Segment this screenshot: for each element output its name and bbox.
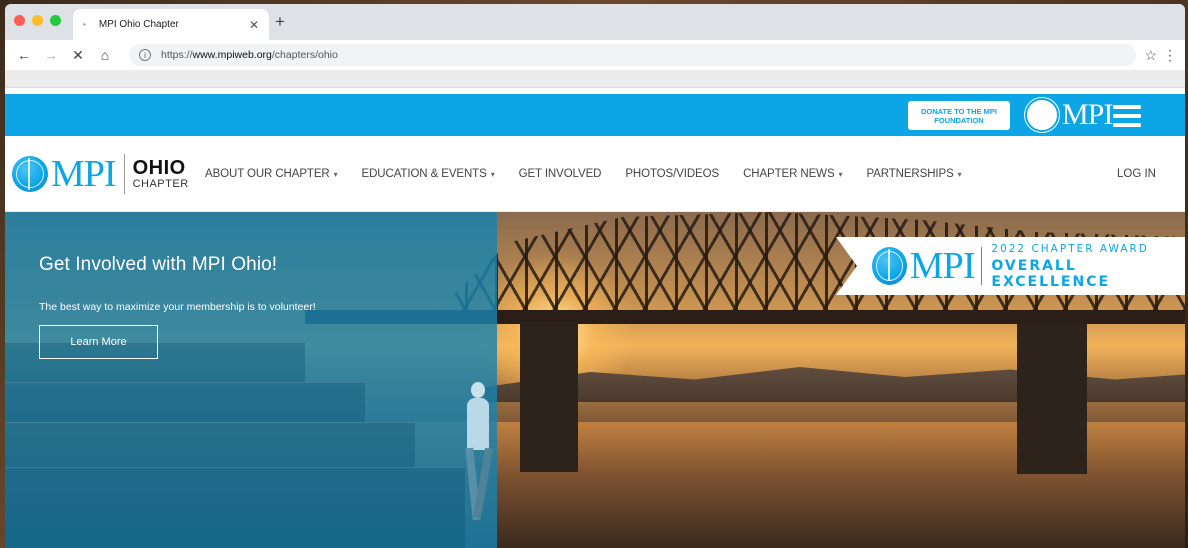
- browser-window: • MPI Ohio Chapter ✕ + ← → ✕ ⌂ i https:/…: [5, 4, 1185, 548]
- ohio-chapter-label: OHIO CHAPTER: [133, 158, 189, 190]
- window-controls: [14, 15, 61, 26]
- globe-icon: [1025, 98, 1059, 132]
- minimize-window-button[interactable]: [32, 15, 43, 26]
- caret-down-icon: ▾: [490, 170, 495, 179]
- menu-item-partnerships[interactable]: PARTNERSHIPS ▾: [866, 168, 961, 180]
- url-path: /chapters/ohio: [271, 49, 338, 61]
- menu-item-news[interactable]: CHAPTER NEWS ▾: [743, 168, 842, 180]
- browser-tab[interactable]: • MPI Ohio Chapter ✕: [73, 9, 269, 40]
- main-menu: ABOUT OUR CHAPTER ▾ EDUCATION & EVENTS ▾ G…: [205, 136, 986, 212]
- bridge-pier: [1017, 324, 1087, 474]
- browser-toolbar: ← → ✕ ⌂ i https://www.mpiweb.org/chapter…: [5, 40, 1185, 70]
- close-tab-icon[interactable]: ✕: [249, 18, 259, 32]
- award-line2: OVERALL EXCELLENCE: [991, 257, 1111, 290]
- menu-item-education[interactable]: EDUCATION & EVENTS ▾: [362, 168, 495, 180]
- url-domain: www.mpiweb.org: [192, 49, 272, 61]
- award-text: 2022 CHAPTER AWARD OVERALL EXCELLENCE: [991, 243, 1185, 290]
- caret-down-icon: ▾: [838, 170, 843, 179]
- menu-item-label: PARTNERSHIPS: [866, 168, 954, 180]
- new-tab-icon[interactable]: +: [275, 12, 285, 32]
- menu-item-about[interactable]: ABOUT OUR CHAPTER ▾: [205, 168, 338, 180]
- ohio-word: OHIO: [132, 157, 186, 179]
- tab-title: MPI Ohio Chapter: [98, 19, 179, 30]
- url-prefix: https://: [161, 49, 193, 61]
- login-link[interactable]: LOG IN: [1117, 168, 1156, 180]
- arrow-left-icon[interactable]: ←: [13, 47, 35, 63]
- mpi-top-logo[interactable]: MPI: [1025, 98, 1113, 132]
- logo-divider: [123, 154, 125, 194]
- address-bar[interactable]: i https://www.mpiweb.org/chapters/ohio: [129, 44, 1137, 66]
- top-logo-text: MPI: [1062, 98, 1113, 131]
- menu-item-label: PHOTOS/VIDEOS: [625, 168, 720, 180]
- menu-item-label: GET INVOLVED: [518, 168, 602, 180]
- globe-icon: [872, 247, 907, 285]
- runner-figure: [457, 382, 497, 532]
- logo-text: MPI: [51, 153, 117, 195]
- close-icon[interactable]: ✕: [67, 47, 89, 64]
- learn-more-button[interactable]: Learn More: [39, 325, 158, 359]
- caret-down-icon: ▾: [333, 170, 338, 179]
- bookmarks-bar: [5, 70, 1185, 88]
- home-icon[interactable]: ⌂: [94, 47, 116, 63]
- star-icon[interactable]: ☆: [1144, 47, 1157, 64]
- tab-bar: • MPI Ohio Chapter ✕ +: [5, 4, 1185, 40]
- award-logo-text: MPI: [909, 245, 976, 287]
- chapter-word: CHAPTER: [132, 178, 189, 190]
- award-divider: [981, 247, 983, 285]
- globe-icon: [12, 156, 48, 192]
- hamburger-icon[interactable]: [1113, 105, 1141, 132]
- menu-item-photos[interactable]: PHOTOS/VIDEOS: [625, 168, 719, 180]
- hero-title: Get Involved with MPI Ohio!: [39, 254, 278, 275]
- maximize-window-button[interactable]: [50, 15, 61, 26]
- menu-item-get-involved[interactable]: GET INVOLVED: [519, 168, 602, 180]
- chapter-logo[interactable]: MPI OHIO CHAPTER: [12, 154, 189, 194]
- arrow-right-icon[interactable]: →: [40, 47, 62, 63]
- award-banner: MPI 2022 CHAPTER AWARD OVERALL EXCELLENC…: [836, 237, 1185, 295]
- donate-button[interactable]: DONATE TO THE MPI FOUNDATION: [908, 101, 1010, 130]
- site-top-bar: DONATE TO THE MPI FOUNDATION MPI: [5, 94, 1185, 136]
- info-icon[interactable]: i: [139, 49, 151, 61]
- menu-item-label: ABOUT OUR CHAPTER: [205, 168, 330, 180]
- site-nav: MPI OHIO CHAPTER ABOUT OUR CHAPTER ▾ EDUC…: [5, 136, 1185, 212]
- hero-subtitle: The best way to maximize your membership…: [39, 301, 316, 313]
- bridge-pier: [520, 322, 578, 472]
- caret-down-icon: ▾: [957, 170, 962, 179]
- menu-item-label: EDUCATION & EVENTS: [361, 168, 487, 180]
- hero-banner: Get Involved with MPI Ohio! The best way…: [5, 212, 1185, 548]
- award-line1: 2022 CHAPTER AWARD: [991, 242, 1149, 255]
- menu-item-label: CHAPTER NEWS: [743, 168, 835, 180]
- kebab-menu-icon[interactable]: ⋮: [1163, 47, 1177, 64]
- loading-icon: •: [83, 20, 86, 29]
- close-window-button[interactable]: [14, 15, 25, 26]
